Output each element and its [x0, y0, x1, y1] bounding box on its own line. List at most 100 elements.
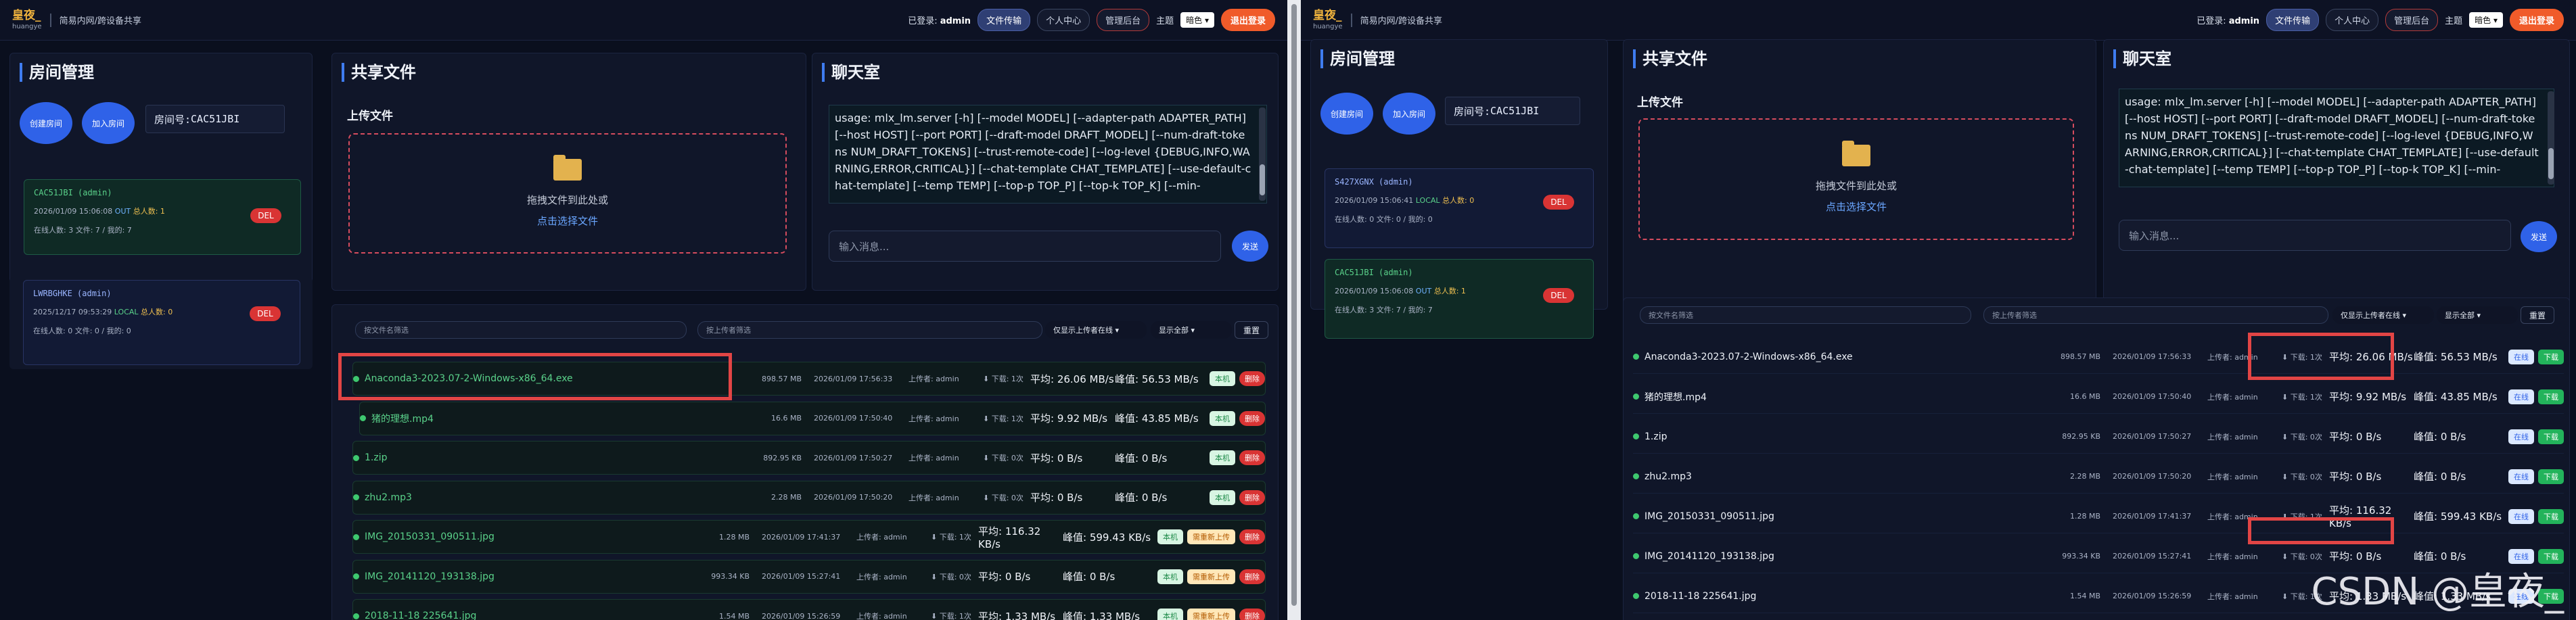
create-room-button[interactable]: 创建房间: [1320, 93, 1373, 135]
logout-button[interactable]: 退出登录: [2509, 9, 2564, 31]
file-uploader: 上传者: admin: [856, 533, 907, 542]
file-uploader: 上传者: admin: [856, 612, 907, 620]
file-date: 2026/01/09 17:50:20: [814, 493, 893, 502]
file-name[interactable]: 1.zip: [365, 452, 734, 463]
nav-profile[interactable]: 个人中心: [1037, 9, 1090, 31]
file-row[interactable]: IMG_20150331_090511.jpg 1.28 MB 2026/01/09…: [352, 520, 1266, 554]
file-row[interactable]: 猪的理想.mp4 16.6 MB 2026/01/09 17:50:40 上传者: a…: [359, 401, 1266, 435]
nav-admin[interactable]: 管理后台: [2385, 9, 2439, 31]
local-badge: 本机: [1210, 371, 1235, 386]
uploader-filter-input[interactable]: 按上传者筛选: [697, 321, 1042, 339]
room-card[interactable]: CAC51JBI (admin) 2026/01/09 15:06:08 OUT …: [1325, 259, 1594, 339]
select-file-link[interactable]: 点击选择文件: [537, 214, 598, 228]
nav-file-transfer[interactable]: 文件传输: [2266, 9, 2320, 31]
app-logo[interactable]: 皇夜_ huangye: [1313, 9, 1343, 30]
reupload-badge: 需重新上传: [1187, 569, 1235, 584]
create-room-button[interactable]: 创建房间: [20, 102, 72, 144]
reset-button[interactable]: 重置: [2521, 306, 2554, 324]
show-all-select[interactable]: 显示全部 ▾: [1151, 321, 1232, 339]
join-room-button[interactable]: 加入房间: [82, 102, 135, 144]
download-button[interactable]: 下载: [2538, 429, 2564, 444]
file-row[interactable]: zhu2.mp3 2.28 MB 2026/01/09 17:50:20 上传者: a…: [352, 480, 1266, 515]
file-name[interactable]: IMG_20150331_090511.jpg: [1644, 511, 2033, 522]
file-size: 16.6 MB: [2069, 392, 2100, 401]
send-button[interactable]: 发送: [1232, 231, 1268, 262]
file-name[interactable]: IMG_20150331_090511.jpg: [365, 531, 682, 542]
theme-select[interactable]: 暗色 ▾: [1180, 12, 1214, 28]
delete-room-button[interactable]: DEL: [1543, 288, 1574, 303]
file-downloads: ⬇ 下载: 0次: [983, 454, 1024, 462]
file-name[interactable]: IMG_20141120_193138.jpg: [365, 571, 682, 582]
file-uploader: 上传者: admin: [2207, 592, 2258, 601]
nav-profile[interactable]: 个人中心: [2326, 9, 2379, 31]
room-card[interactable]: S427XGNX (admin) 2026/01/09 15:06:41 LOCA…: [1325, 168, 1594, 248]
file-name[interactable]: IMG_20141120_193138.jpg: [1644, 551, 2033, 562]
file-name[interactable]: 猪的理想.mp4: [371, 412, 734, 425]
delete-room-button[interactable]: DEL: [250, 208, 281, 223]
download-button[interactable]: 下载: [2538, 389, 2564, 404]
download-button[interactable]: 下载: [2538, 469, 2564, 484]
delete-room-button[interactable]: DEL: [250, 306, 281, 321]
file-name[interactable]: 1.zip: [1644, 431, 2033, 442]
delete-file-button[interactable]: 删除: [1239, 569, 1265, 584]
show-all-select[interactable]: 显示全部 ▾: [2437, 306, 2518, 324]
online-only-select[interactable]: 仅显示上传者在线 ▾: [1045, 321, 1147, 339]
avg-speed: 平均: 9.92 MB/s: [2329, 391, 2407, 403]
online-badge: 在线: [2508, 469, 2534, 484]
file-name[interactable]: 2018-11-18 225641.jpg: [365, 611, 682, 620]
file-date: 2026/01/09 15:27:41: [762, 572, 841, 581]
file-drop-zone[interactable]: 拖拽文件到此处或 点击选择文件: [1638, 118, 2074, 240]
file-name[interactable]: 猪的理想.mp4: [1644, 390, 2033, 404]
file-row[interactable]: IMG_20141120_193138.jpg 993.34 KB 2026/01/…: [352, 559, 1266, 594]
delete-room-button[interactable]: DEL: [1543, 195, 1574, 210]
nav-file-transfer[interactable]: 文件传输: [978, 9, 1031, 31]
app-logo[interactable]: 皇夜_ huangye: [12, 9, 42, 30]
file-row[interactable]: 2018-11-18 225641.jpg 1.54 MB 2026/01/09 1…: [352, 599, 1266, 620]
online-dot: [353, 494, 359, 500]
chat-input[interactable]: 输入消息...: [2119, 220, 2511, 251]
file-name[interactable]: Anaconda3-2023.07-2-Windows-x86_64.exe: [1644, 352, 2033, 362]
window-scrollbar[interactable]: [1287, 0, 1301, 620]
chat-input[interactable]: 输入消息...: [829, 231, 1221, 262]
name-filter-input[interactable]: 按文件名筛选: [1640, 306, 1971, 324]
delete-file-button[interactable]: 删除: [1239, 490, 1265, 505]
delete-file-button[interactable]: 删除: [1239, 609, 1265, 620]
theme-select[interactable]: 暗色 ▾: [2469, 12, 2503, 28]
file-row[interactable]: 1.zip 892.95 KB 2026/01/09 17:50:27 上传者: ad…: [1633, 420, 2564, 454]
file-name[interactable]: zhu2.mp3: [365, 492, 734, 503]
room-card[interactable]: CAC51JBI (admin) 2026/01/09 15:06:08 OUT …: [24, 179, 301, 255]
uploader-filter-input[interactable]: 按上传者筛选: [1983, 306, 2328, 324]
file-drop-zone[interactable]: 拖拽文件到此处或 点击选择文件: [348, 133, 787, 254]
download-button[interactable]: 下载: [2538, 508, 2564, 524]
logout-button[interactable]: 退出登录: [1220, 9, 1275, 31]
file-size: 898.57 MB: [2060, 352, 2100, 361]
delete-file-button[interactable]: 删除: [1239, 450, 1265, 465]
reset-button[interactable]: 重置: [1235, 321, 1268, 339]
chat-scrollbar[interactable]: [2548, 91, 2554, 185]
delete-file-button[interactable]: 删除: [1239, 529, 1265, 544]
file-date: 2026/01/09 17:50:40: [814, 414, 893, 423]
file-name[interactable]: zhu2.mp3: [1644, 471, 2033, 482]
file-row[interactable]: IMG_20150331_090511.jpg 1.28 MB 2026/01/09…: [1633, 500, 2564, 533]
download-button[interactable]: 下载: [2538, 349, 2564, 364]
join-room-button[interactable]: 加入房间: [1383, 93, 1435, 135]
file-row[interactable]: Anaconda3-2023.07-2-Windows-x86_64.exe 89…: [1633, 340, 2564, 374]
online-badge: 在线: [2508, 349, 2534, 364]
room-date: 2026/01/09 15:06:08: [1335, 287, 1416, 295]
delete-file-button[interactable]: 删除: [1239, 371, 1265, 386]
delete-file-button[interactable]: 删除: [1239, 410, 1265, 426]
file-row[interactable]: 猪的理想.mp4 16.6 MB 2026/01/09 17:50:40 上传者: a…: [1633, 380, 2564, 414]
chat-scrollbar[interactable]: [1259, 108, 1266, 201]
peak-speed: 峰值: 56.53 MB/s: [1115, 373, 1199, 385]
file-row[interactable]: zhu2.mp3 2.28 MB 2026/01/09 17:50:20 上传者: a…: [1633, 460, 2564, 494]
file-name[interactable]: 2018-11-18 225641.jpg: [1644, 591, 2033, 602]
nav-admin[interactable]: 管理后台: [1097, 9, 1150, 31]
file-size: 2.28 MB: [770, 493, 802, 502]
file-row[interactable]: 1.zip 892.95 KB 2026/01/09 17:50:27 上传者: ad…: [352, 441, 1266, 475]
name-filter-input[interactable]: 按文件名筛选: [355, 321, 687, 339]
room-card[interactable]: LWRBGHKE (admin) 2025/12/17 09:53:29 LOCA…: [23, 280, 300, 365]
select-file-link[interactable]: 点击选择文件: [1826, 199, 1887, 214]
local-badge: 本机: [1210, 410, 1235, 426]
online-only-select[interactable]: 仅显示上传者在线 ▾: [2332, 306, 2434, 324]
send-button[interactable]: 发送: [2521, 221, 2557, 252]
